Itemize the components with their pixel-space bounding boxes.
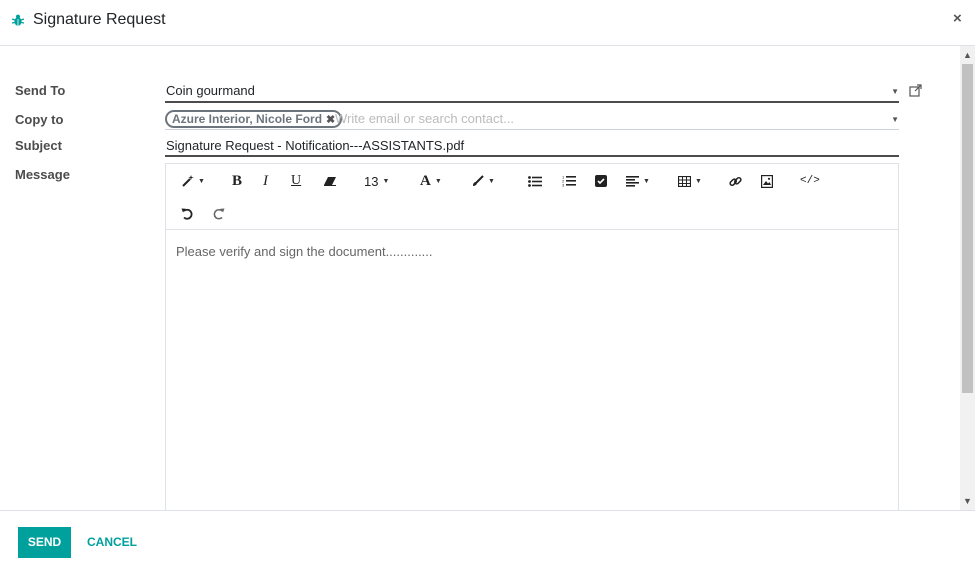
copy-to-field[interactable]: Azure Interior, Nicole Ford ✖ Write email… bbox=[165, 109, 899, 130]
dialog-footer: SEND CANCEL bbox=[0, 510, 975, 579]
send-to-field[interactable]: Coin gourmand ▼ bbox=[165, 80, 899, 103]
image-icon[interactable] bbox=[761, 171, 773, 191]
message-body[interactable]: Please verify and sign the document.....… bbox=[176, 244, 433, 259]
link-icon[interactable] bbox=[729, 171, 742, 191]
vertical-scrollbar[interactable]: ▲ ▼ bbox=[960, 46, 975, 510]
font-color-icon[interactable]: A ▼ bbox=[420, 171, 442, 191]
font-size-value: 13 bbox=[364, 173, 379, 189]
dialog-title: Signature Request bbox=[33, 11, 166, 28]
table-icon[interactable]: ▼ bbox=[678, 171, 702, 191]
chevron-down-icon[interactable]: ▼ bbox=[891, 115, 899, 124]
cancel-button[interactable]: CANCEL bbox=[87, 527, 137, 558]
external-link-icon[interactable] bbox=[909, 84, 922, 97]
code-view-icon[interactable]: </> bbox=[800, 171, 820, 191]
bold-icon[interactable]: B bbox=[232, 171, 242, 191]
recipient-tag-label: Azure Interior, Nicole Ford bbox=[172, 112, 323, 126]
undo-icon[interactable] bbox=[181, 204, 193, 224]
redo-icon[interactable] bbox=[213, 204, 225, 224]
font-size-dropdown[interactable]: 13 ▼ bbox=[364, 171, 389, 191]
close-icon[interactable]: × bbox=[953, 10, 962, 27]
align-icon[interactable]: ▼ bbox=[626, 171, 650, 191]
subject-label: Subject bbox=[15, 138, 62, 153]
svg-text:3: 3 bbox=[562, 183, 565, 188]
italic-icon[interactable]: I bbox=[263, 171, 268, 191]
copy-to-label: Copy to bbox=[15, 112, 64, 127]
send-to-value: Coin gourmand bbox=[166, 83, 255, 98]
bug-icon bbox=[11, 14, 25, 26]
recipient-tag[interactable]: Azure Interior, Nicole Ford ✖ bbox=[165, 110, 343, 128]
scrollbar-thumb[interactable] bbox=[962, 64, 973, 393]
bullet-list-icon[interactable] bbox=[528, 171, 542, 191]
message-editor[interactable]: ▼ B I U 13 ▼ A ▼ ▼ 123 ▼ ▼ </> Please ve… bbox=[165, 163, 899, 510]
magic-wand-icon[interactable]: ▼ bbox=[182, 171, 205, 191]
scroll-up-icon[interactable]: ▲ bbox=[963, 50, 972, 60]
copy-to-placeholder: Write email or search contact... bbox=[335, 111, 514, 126]
subject-field[interactable]: Signature Request - Notification---ASSIS… bbox=[165, 135, 899, 157]
numbered-list-icon[interactable]: 123 bbox=[562, 171, 576, 191]
brush-icon[interactable]: ▼ bbox=[472, 171, 495, 191]
chevron-down-icon[interactable]: ▼ bbox=[891, 87, 899, 96]
dialog-header: Signature Request × bbox=[0, 0, 975, 46]
remove-tag-icon[interactable]: ✖ bbox=[326, 114, 335, 126]
checklist-icon[interactable] bbox=[595, 171, 607, 191]
underline-icon[interactable]: U bbox=[291, 171, 301, 191]
message-label: Message bbox=[15, 167, 70, 182]
send-button[interactable]: SEND bbox=[18, 527, 71, 558]
editor-toolbar: ▼ B I U 13 ▼ A ▼ ▼ 123 ▼ ▼ </> bbox=[166, 164, 898, 230]
eraser-icon[interactable] bbox=[323, 171, 337, 191]
scroll-down-icon[interactable]: ▼ bbox=[963, 496, 972, 506]
send-to-label: Send To bbox=[15, 83, 66, 98]
subject-value: Signature Request - Notification---ASSIS… bbox=[166, 138, 465, 153]
